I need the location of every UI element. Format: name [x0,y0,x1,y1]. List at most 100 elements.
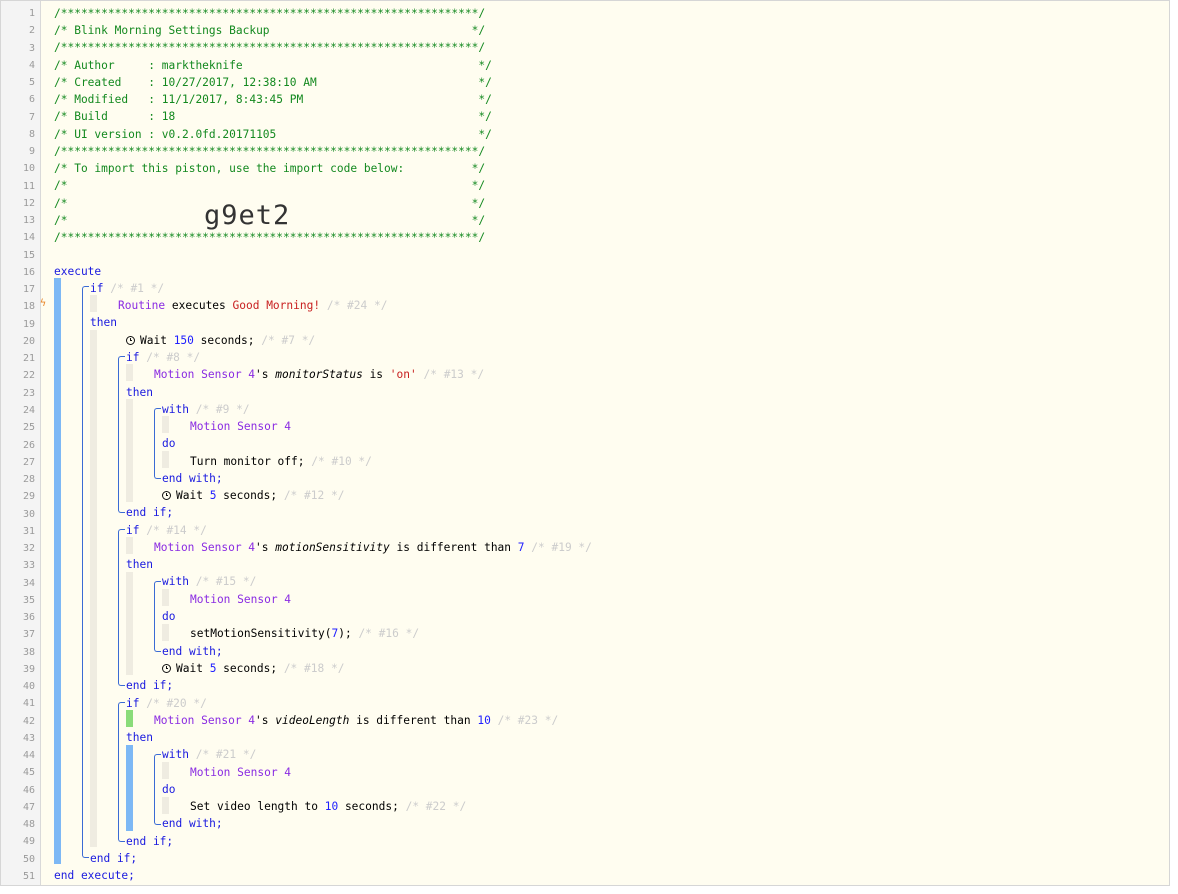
line-number: 49 [22,836,35,848]
line-number: 32 [22,543,35,555]
line-number: 8 [28,128,35,140]
line-number: 43 [22,732,35,744]
line-number: 2 [28,25,35,37]
piston-code-editor: 1 2 3 4 5 6 7 8 9 10 11 12 13 14 15 16 17 18 19 20 21 22 23 24 2… [0,0,1170,886]
if-block-bracket [118,702,125,842]
if-statement: if /* #1 */ [90,280,164,297]
do-bar [162,797,169,814]
statement-id: /* #24 */ [326,299,388,312]
line-number: 24 [22,404,35,416]
if-block-bracket [118,356,125,513]
with-keyword: with [162,575,189,588]
line-number: 17 [22,284,35,296]
line-number: 25 [22,422,35,434]
lightning-icon: ϟ [40,298,47,309]
build-line: /* Build : 18 */ [54,110,492,123]
with-statement: with /* #9 */ [162,401,250,418]
then-keyword: then [126,731,153,744]
with-block-bracket [154,581,161,652]
if-keyword: if [90,282,104,295]
line-number: 37 [22,629,35,641]
line-number: 16 [22,266,35,278]
line-number: 31 [22,525,35,537]
if-block-bracket [82,286,89,858]
condition-true-bar [126,710,133,727]
statement-id: /* #16 */ [358,627,420,640]
statement-id: /* #12 */ [283,489,345,502]
import-instruction: /* To import this piston, use the import… [54,162,486,175]
if-block-bracket [118,529,125,686]
header-border: /***************************************… [54,41,486,54]
then-keyword: then [126,558,153,571]
do-keyword: do [162,610,176,623]
if-statement: if /* #8 */ [126,349,200,366]
line-number: 15 [22,249,35,261]
execute-keyword: execute [54,265,102,278]
line-number: 14 [22,232,35,244]
line-number: 6 [28,94,35,106]
line-number: 1 [28,8,35,19]
statement-id: /* #8 */ [146,351,201,364]
line-number: 50 [22,853,35,865]
created-line: /* Created : 10/27/2017, 12:38:10 AM */ [54,76,492,89]
do-keyword: do [162,437,176,450]
line-number-gutter: 1 2 3 4 5 6 7 8 9 10 11 12 13 14 15 16 17 18 19 20 21 22 23 24 2… [1,1,41,885]
if-keyword: if [126,697,140,710]
line-number: 48 [22,819,35,831]
clock-icon [126,336,135,345]
statement-id: /* #9 */ [195,403,250,416]
action-statement: setMotionSensitivity(7); /* #16 */ [190,627,420,640]
then-keyword: then [90,316,117,329]
condition-bar [90,295,97,312]
wait-statement: Wait 5 seconds; /* #12 */ [162,487,344,504]
statement-id: /* #13 */ [423,368,485,381]
condition-bar [126,537,133,554]
with-statement: with /* #21 */ [162,746,256,763]
condition: Motion Sensor 4's videoLength is differe… [154,714,559,727]
line-number: 20 [22,335,35,347]
line-number: 40 [22,681,35,693]
action-statement: Set video length to 10 seconds; /* #22 *… [190,800,467,813]
line-number: 19 [22,318,35,330]
line-number: 26 [22,439,35,451]
statement-id: /* #22 */ [405,800,467,813]
string-value: Good Morning! [232,299,321,312]
attribute-name: videoLength [275,714,350,727]
import-code: g9et2 [204,200,291,231]
end-with-keyword: end with; [162,472,223,485]
ui-version-line: /* UI version : v0.2.0fd.20171105 */ [54,128,492,141]
statement-id: /* #18 */ [283,662,345,675]
line-number: 23 [22,387,35,399]
string-value: 'on' [389,368,417,381]
device-name: Motion Sensor 4 [154,714,256,727]
statement-id: /* #23 */ [497,714,559,727]
statement-id: /* #21 */ [195,748,257,761]
author-line: /* Author : marktheknife */ [54,59,492,72]
statement-id: /* #14 */ [146,524,207,537]
line-number: 4 [28,59,35,71]
if-statement: if /* #20 */ [126,695,207,712]
statement-id: /* #10 */ [311,455,372,468]
device-bar [162,762,169,779]
end-execute-keyword: end execute; [54,869,135,882]
line-number: 27 [22,456,35,468]
comment-line: /* */ [54,179,486,192]
line-number: 28 [22,474,35,486]
do-bar [162,451,169,468]
condition: Motion Sensor 4's motionSensitivity is d… [154,541,592,554]
with-keyword: with [162,403,189,416]
device-name: Motion Sensor 4 [190,420,292,433]
statement-id: /* #1 */ [110,282,165,295]
with-keyword: with [162,748,189,761]
line-number: 5 [28,77,35,89]
clock-icon [162,491,171,500]
line-number: 11 [22,180,35,192]
device-name: Motion Sensor 4 [154,541,256,554]
wait-statement: Wait 5 seconds; /* #18 */ [162,660,344,677]
modified-line: /* Modified : 11/1/2017, 8:43:45 PM */ [54,93,492,106]
then-bar [126,572,133,675]
line-number: 33 [22,560,35,572]
piston-title: /* Blink Morning Settings Backup */ [54,24,486,37]
then-keyword: then [126,386,153,399]
line-number: 41 [22,698,35,710]
